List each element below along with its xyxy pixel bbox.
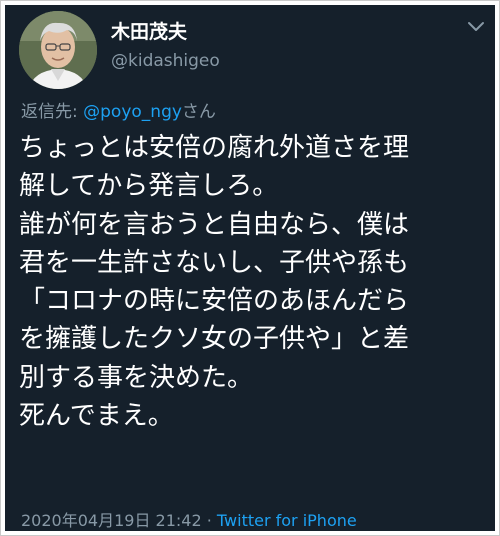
tweet-source-link[interactable]: Twitter for iPhone xyxy=(217,511,357,530)
tweet-card: 木田茂夫 @kidashigeo 返信先: @poyo_ngyさん ちょっとは安… xyxy=(5,5,495,531)
reply-suffix: さん xyxy=(181,102,216,122)
avatar[interactable] xyxy=(19,11,97,89)
tweet-line: 誰が何を言おうと自由なら、僕は xyxy=(19,209,410,240)
tweet-timestamp[interactable]: 2020年04月19日 21:42 xyxy=(21,511,202,530)
tweet-line: 別する事を決めた。 xyxy=(19,362,254,393)
tweet-line: を擁護したクソ女の子供や」と差 xyxy=(19,324,410,355)
reply-mention-link[interactable]: @poyo_ngy xyxy=(83,102,182,122)
chevron-down-icon[interactable] xyxy=(467,19,485,33)
meta-separator: · xyxy=(201,511,217,530)
tweet-line: 解してから発言しろ。 xyxy=(19,171,279,202)
tweet-text: ちょっとは安倍の腐れ外道さを理 解してから発言しろ。 誰が何を言おうと自由なら、… xyxy=(19,129,489,435)
avatar-image xyxy=(19,11,97,89)
screenshot-frame: 木田茂夫 @kidashigeo 返信先: @poyo_ngyさん ちょっとは安… xyxy=(0,0,500,536)
tweet-line: 死んでまえ。 xyxy=(19,401,174,432)
tweet-line: ちょっとは安倍の腐れ外道さを理 xyxy=(19,133,410,163)
tweet-line: 「コロナの時に安倍のあほんだら xyxy=(19,286,410,317)
reply-context: 返信先: @poyo_ngyさん xyxy=(21,97,216,122)
user-handle[interactable]: @kidashigeo xyxy=(111,51,220,71)
tweet-line: 君を一生許さないし、子供や孫も xyxy=(19,247,410,278)
reply-prefix: 返信先: xyxy=(21,102,84,122)
tweet-meta: 2020年04月19日 21:42 · Twitter for iPhone xyxy=(21,507,357,531)
display-name[interactable]: 木田茂夫 xyxy=(111,17,187,44)
